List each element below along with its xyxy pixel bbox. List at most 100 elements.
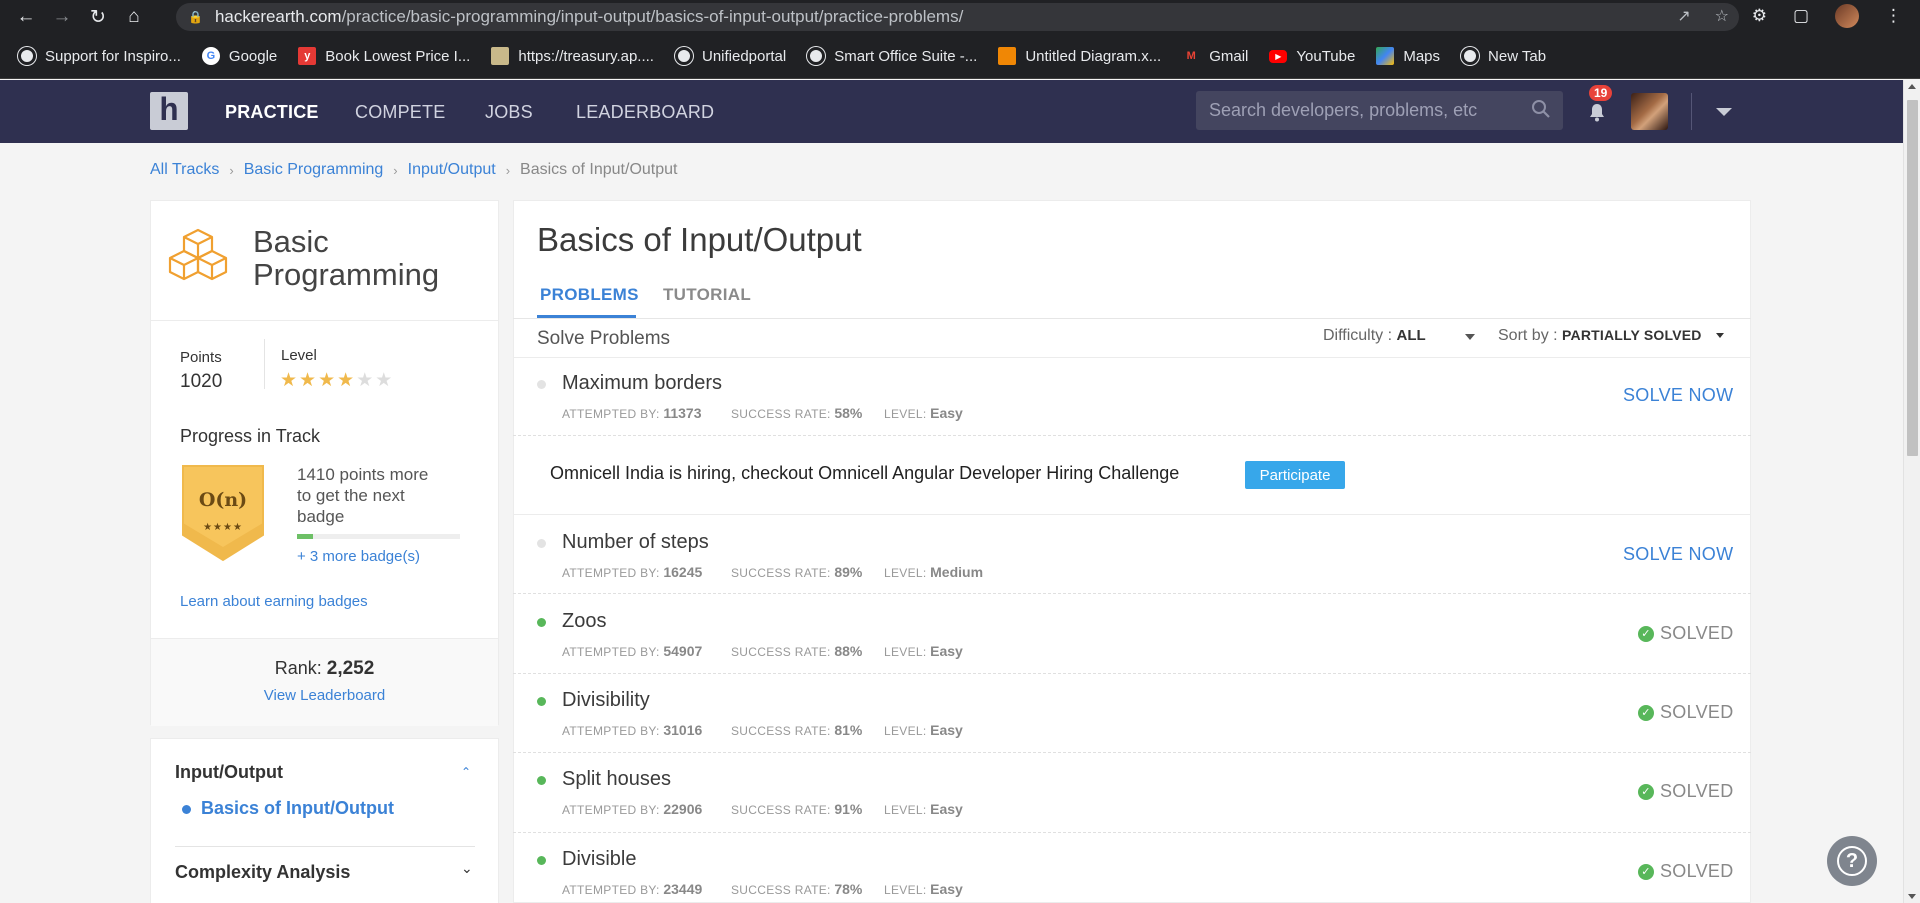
url-path: /practice/basic-programming/input-output… [341, 7, 964, 26]
divider [175, 846, 475, 847]
breadcrumb-basic-programming[interactable]: Basic Programming [244, 161, 384, 179]
more-badges-link[interactable]: + 3 more badge(s) [297, 548, 420, 565]
status-dot-icon [537, 697, 546, 706]
problem-level-label: LEVEL: [884, 407, 927, 421]
sort-caret-icon[interactable] [1716, 333, 1724, 338]
problem-title[interactable]: Divisible [562, 848, 636, 871]
notification-bell-icon[interactable] [1587, 102, 1607, 122]
chevron-right-icon: › [393, 162, 398, 178]
problem-title[interactable]: Number of steps [562, 531, 709, 554]
problem-level: LEVEL: Easy [884, 643, 963, 659]
section-input-output[interactable]: Input/Output [175, 762, 283, 783]
bookmark-item[interactable]: y Book Lowest Price I... [298, 47, 470, 65]
search-icon[interactable] [1531, 99, 1551, 119]
solved-label: SOLVED [1660, 861, 1734, 881]
bookmark-label: Book Lowest Price I... [325, 47, 471, 65]
sort-value: PARTIALLY SOLVED [1562, 327, 1702, 343]
menu-dots-icon[interactable]: ⋮ [1885, 6, 1902, 26]
tab-problems[interactable]: PROBLEMS [540, 285, 639, 305]
lock-icon: 🔒 [188, 10, 203, 24]
bookmark-item[interactable]: M Gmail [1182, 47, 1249, 65]
solve-now-button[interactable]: SOLVE NOW [1623, 385, 1733, 406]
nav-leaderboard[interactable]: LEADERBOARD [576, 102, 714, 123]
star-filled-icon: ★ [299, 370, 319, 391]
header-divider [1691, 93, 1692, 130]
bookmark-star-icon[interactable]: ☆ [1715, 6, 1729, 26]
problem-title[interactable]: Maximum borders [562, 372, 722, 395]
bookmark-item[interactable]: Untitled Diagram.x... [998, 47, 1161, 65]
tab-tutorial[interactable]: TUTORIAL [663, 285, 751, 305]
help-button[interactable]: ? [1827, 836, 1877, 886]
problem-title[interactable]: Split houses [562, 768, 671, 791]
bookmark-item[interactable]: https://treasury.ap.... [491, 47, 654, 65]
reload-icon[interactable]: ↻ [80, 0, 116, 34]
nav-jobs[interactable]: JOBS [485, 102, 533, 123]
breadcrumb: All Tracks › Basic Programming › Input/O… [150, 161, 677, 179]
breadcrumb-input-output[interactable]: Input/Output [408, 161, 496, 179]
home-icon[interactable]: ⌂ [116, 0, 152, 34]
check-circle-icon: ✓ [1638, 625, 1654, 642]
rank-box: Rank: 2,252 View Leaderboard [151, 638, 498, 726]
learn-badges-link[interactable]: Learn about earning badges [180, 593, 368, 610]
cubes-icon [168, 228, 228, 281]
difficulty-caret-icon[interactable] [1465, 334, 1475, 340]
solved-label: SOLVED [1660, 781, 1734, 801]
hackerearth-logo[interactable]: h [150, 92, 188, 130]
side-panel-icon[interactable]: ▢ [1793, 6, 1809, 26]
difficulty-label: Difficulty : [1323, 327, 1393, 344]
view-leaderboard-link[interactable]: View Leaderboard [151, 687, 498, 704]
bookmark-item[interactable]: Maps [1376, 47, 1440, 65]
search-input[interactable]: Search developers, problems, etc [1196, 91, 1563, 130]
share-icon[interactable]: ↗ [1677, 6, 1690, 26]
bookmark-item[interactable]: ▶ YouTube [1269, 48, 1355, 65]
problem-title[interactable]: Divisibility [562, 689, 650, 712]
scroll-down-icon[interactable] [1908, 894, 1916, 899]
breadcrumb-all-tracks[interactable]: All Tracks [150, 161, 219, 179]
solve-now-button[interactable]: SOLVE NOW [1623, 544, 1733, 565]
bookmark-item[interactable]: Smart Office Suite -... [807, 47, 977, 65]
success-rate: SUCCESS RATE: 58% [731, 405, 862, 421]
nav-compete[interactable]: COMPETE [355, 102, 445, 123]
user-menu-caret-icon[interactable] [1716, 108, 1732, 116]
difficulty-filter[interactable]: Difficulty : ALL [1323, 327, 1426, 345]
problem-level: LEVEL: Medium [884, 564, 983, 580]
sort-filter[interactable]: Sort by : PARTIALLY SOLVED [1498, 327, 1702, 345]
bookmark-item[interactable]: New Tab [1461, 47, 1546, 65]
url-text: hackerearth.com/practice/basic-programmi… [215, 7, 963, 27]
participate-button[interactable]: Participate [1245, 461, 1345, 489]
page-scrollbar[interactable] [1903, 80, 1920, 903]
address-bar[interactable]: 🔒 hackerearth.com/practice/basic-program… [176, 3, 1739, 31]
scrollbar-thumb[interactable] [1907, 100, 1918, 456]
attempted-by-value: 54907 [663, 643, 703, 659]
extensions-icon[interactable]: ⚙ [1752, 6, 1767, 26]
user-avatar[interactable] [1631, 93, 1668, 130]
level-stars: ★★★★★★ [280, 369, 394, 392]
bookmark-item[interactable]: Unifiedportal [674, 47, 786, 65]
divider [513, 318, 1751, 319]
success-rate-value: 89% [834, 564, 863, 580]
problem-title[interactable]: Zoos [562, 610, 606, 633]
profile-avatar-icon[interactable] [1835, 4, 1859, 28]
maps-icon [1376, 47, 1395, 65]
back-icon[interactable]: ← [8, 0, 44, 34]
chevron-up-icon[interactable]: ⌃ [461, 765, 471, 779]
bookmark-item[interactable]: Support for Inspiro... [18, 47, 181, 65]
track-panel: Basic Programming Points 1020 Level ★★★★… [150, 200, 499, 726]
check-circle-icon: ✓ [1638, 863, 1654, 880]
bookmark-item[interactable]: G Google [201, 47, 277, 65]
scroll-up-icon[interactable] [1908, 84, 1916, 89]
forward-icon[interactable]: → [44, 0, 80, 34]
status-dot-icon [537, 776, 546, 785]
breadcrumb-current: Basics of Input/Output [520, 161, 678, 178]
section-complexity[interactable]: Complexity Analysis [175, 862, 350, 883]
problem-level-value: Easy [930, 722, 963, 738]
attempted-by-value: 22906 [663, 801, 703, 817]
attempted-by: ATTEMPTED BY: 31016 [562, 722, 702, 738]
attempted-by-label: ATTEMPTED BY: [562, 883, 660, 897]
topic-basics-io[interactable]: Basics of Input/Output [201, 798, 394, 819]
chevron-down-icon[interactable]: ⌄ [461, 860, 473, 877]
success-rate: SUCCESS RATE: 89% [731, 564, 862, 580]
solved-status: ✓ SOLVED [1638, 702, 1734, 723]
nav-practice[interactable]: PRACTICE [225, 102, 319, 123]
drawio-icon [998, 47, 1017, 65]
